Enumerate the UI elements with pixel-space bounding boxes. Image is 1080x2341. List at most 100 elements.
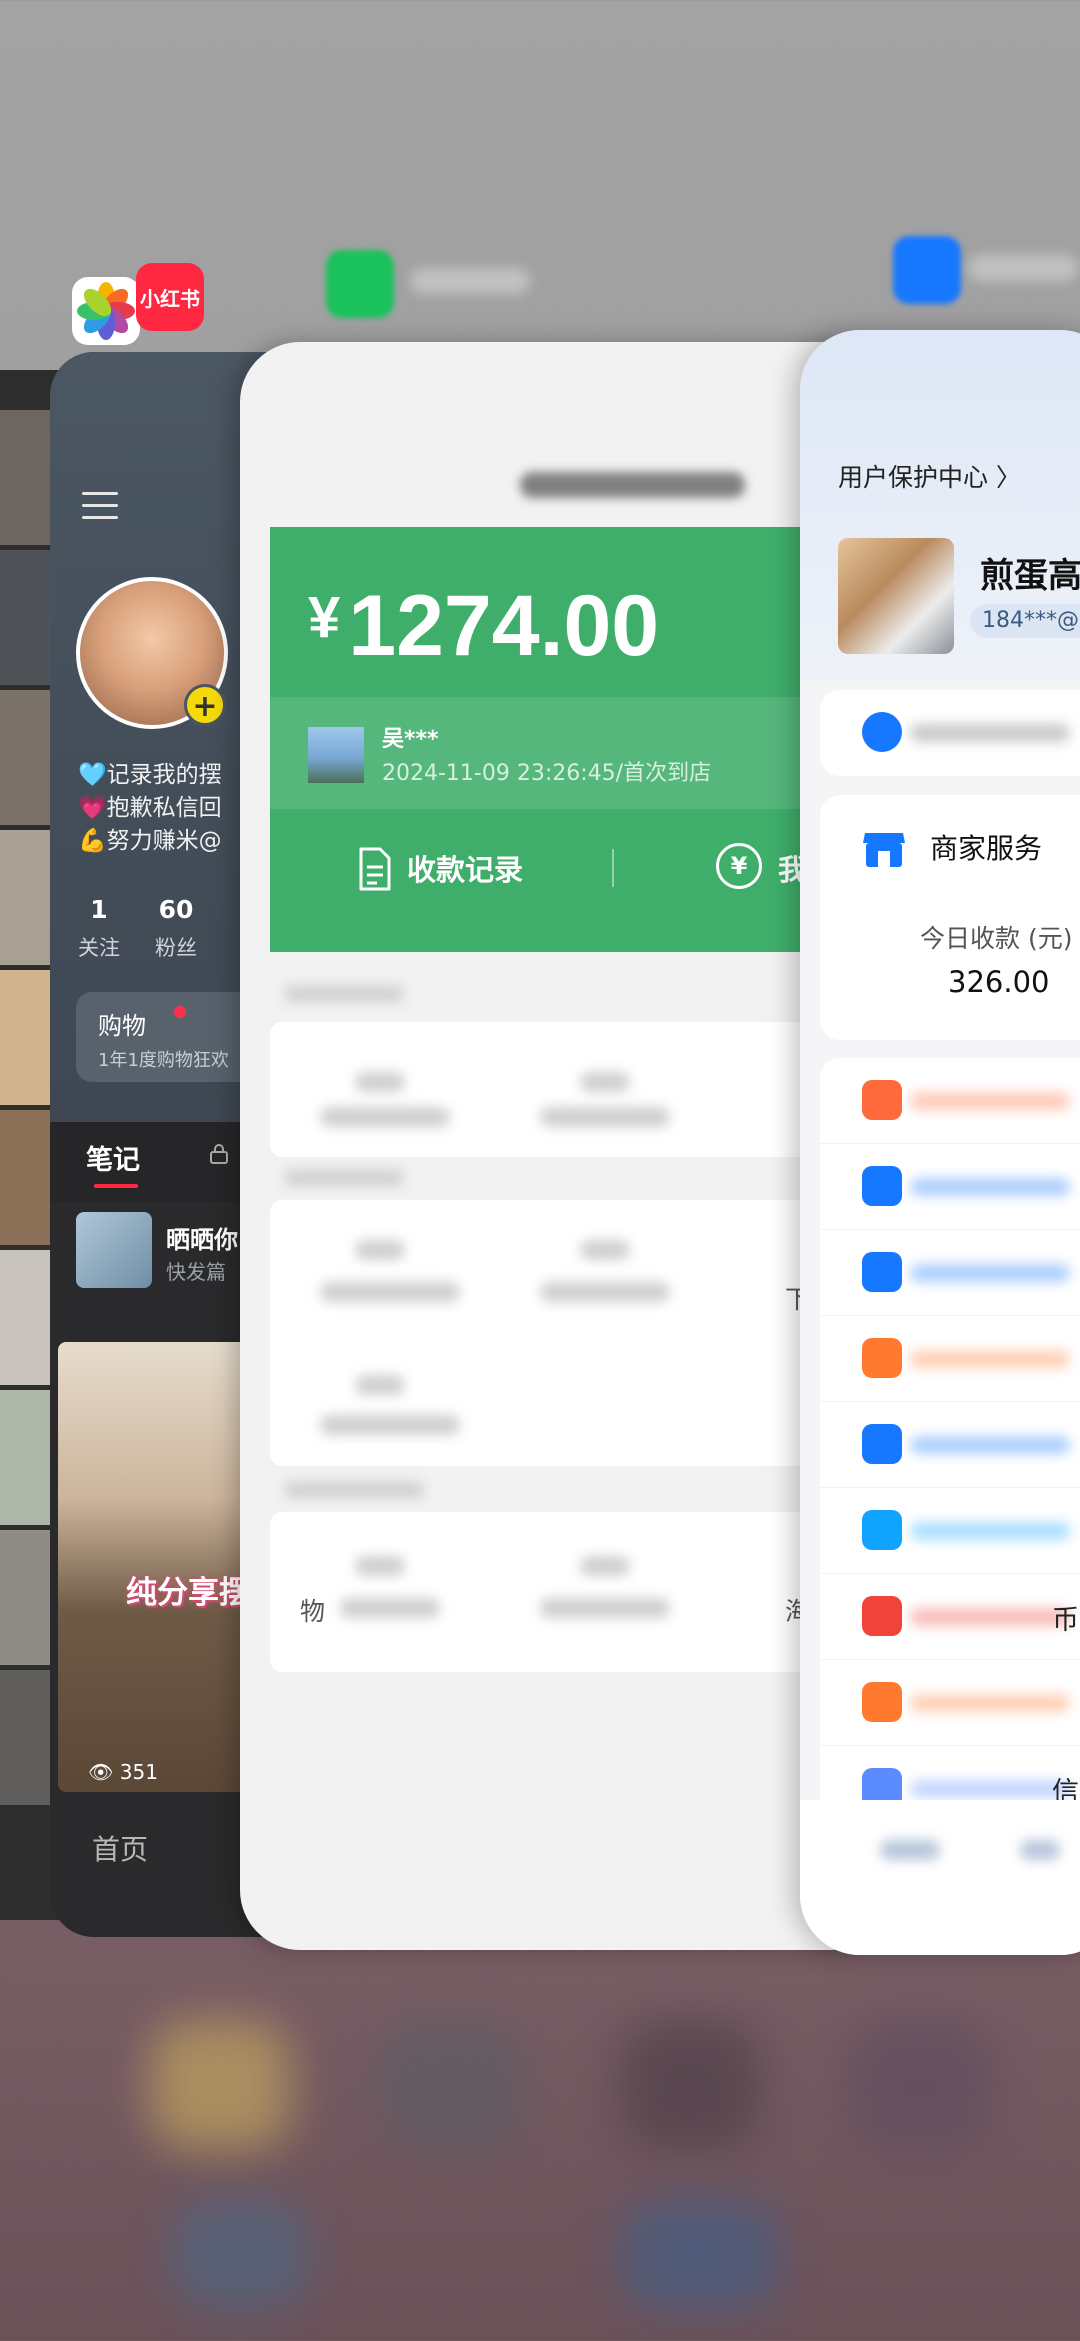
add-icon[interactable]: + <box>184 684 226 726</box>
note-cover-caption: 纯分享摆 <box>126 1575 250 1611</box>
vip-icon <box>862 712 902 752</box>
menu-item-placeholder[interactable] <box>580 1072 630 1092</box>
photos-app-icon[interactable] <box>72 277 140 345</box>
menu-item-placeholder[interactable] <box>580 1240 630 1260</box>
amount-value: 1274.00 <box>348 578 660 674</box>
wechat-pay-card[interactable]: ¥1274.00 吴*** 2024-11-09 23:26:45/首次到店 收… <box>240 342 890 1950</box>
lock-icon[interactable] <box>210 1144 228 1164</box>
menu-icon[interactable] <box>82 492 118 528</box>
service-label-placeholder <box>910 1178 1070 1196</box>
tab-indicator <box>94 1184 138 1188</box>
section-title-materials <box>284 1482 424 1498</box>
document-icon <box>359 847 391 891</box>
materials-section: 物 海 <box>270 1512 890 1672</box>
menu-item-placeholder[interactable] <box>355 1556 405 1576</box>
service-label-placeholder <box>910 1264 1070 1282</box>
wechat-app-label <box>410 268 530 294</box>
view-count-value: 351 <box>119 1760 158 1784</box>
home-screen-app <box>380 2020 520 2150</box>
service-list: 币信用 <box>820 1058 1080 1848</box>
collect-section: 下 <box>270 1200 890 1466</box>
nav-item-placeholder[interactable] <box>880 1840 940 1860</box>
pinned-note-subtitle: 快发篇 <box>166 1260 226 1284</box>
tab-notes[interactable]: 笔记 <box>86 1138 140 1177</box>
service-list-item[interactable] <box>820 1230 1080 1316</box>
following-label: 关注 <box>78 936 120 960</box>
menu-item-placeholder[interactable] <box>320 1107 450 1127</box>
today-income-label: 今日收款 (元) <box>920 924 1073 953</box>
home-screen-app <box>620 2020 760 2150</box>
service-icon <box>862 1510 902 1550</box>
service-icon <box>862 1338 902 1378</box>
membership-row[interactable] <box>820 690 1080 776</box>
latest-payment-row[interactable]: 吴*** 2024-11-09 23:26:45/首次到店 <box>270 697 890 809</box>
service-label: 币 <box>1052 1605 1079 1636</box>
menu-item-placeholder[interactable] <box>320 1282 460 1302</box>
received-amount: ¥1274.00 <box>308 577 659 676</box>
service-label-placeholder <box>910 1092 1070 1110</box>
wechat-app-icon[interactable] <box>326 250 394 318</box>
alipay-app-label <box>968 255 1078 281</box>
notification-dot <box>174 1006 186 1018</box>
store-icon <box>863 833 905 867</box>
service-label-placeholder <box>910 1522 1070 1540</box>
pinned-note-title: 晒晒你 <box>166 1226 238 1254</box>
followers-count[interactable]: 60 <box>148 895 204 924</box>
merchant-service-title: 商家服务 <box>930 832 1043 865</box>
user-name: 煎蛋高 <box>980 556 1080 596</box>
service-icon <box>862 1166 902 1206</box>
service-icon <box>862 1682 902 1722</box>
payment-meta: 2024-11-09 23:26:45/首次到店 <box>382 761 712 786</box>
service-list-item[interactable] <box>820 1058 1080 1144</box>
service-label-placeholder <box>910 1436 1070 1454</box>
followers-label: 粉丝 <box>155 936 197 960</box>
view-count: 👁 351 <box>88 1760 158 1784</box>
service-label-placeholder <box>910 1780 1070 1798</box>
shop-subtitle: 1年1度购物狂欢 <box>98 1050 229 1071</box>
account-badge: 184***@c <box>970 604 1080 638</box>
page-title <box>520 472 745 498</box>
menu-item-placeholder[interactable] <box>540 1282 670 1302</box>
bottom-nav <box>800 1800 1080 1955</box>
menu-item-placeholder[interactable] <box>320 1415 460 1435</box>
payer-name: 吴*** <box>382 727 439 752</box>
menu-item-placeholder[interactable] <box>340 1598 440 1618</box>
menu-item-placeholder[interactable] <box>540 1598 670 1618</box>
pinned-note-image <box>76 1212 152 1288</box>
following-count[interactable]: 1 <box>76 895 122 924</box>
service-label-placeholder <box>910 1694 1070 1712</box>
menu-item-label[interactable]: 物 <box>300 1592 325 1628</box>
menu-item-placeholder[interactable] <box>355 1240 405 1260</box>
menu-item-placeholder[interactable] <box>540 1107 670 1127</box>
avatar[interactable] <box>838 538 954 654</box>
xiaohongshu-app-icon[interactable]: 小红书 <box>136 263 204 331</box>
merchant-service-panel[interactable]: 商家服务 今日收款 (元) 326.00 <box>820 795 1080 1040</box>
alipay-card[interactable]: 用户保护中心 〉 煎蛋高 184***@c 商家服务 今日收款 (元) 326.… <box>800 330 1080 1955</box>
menu-item-placeholder[interactable] <box>355 1072 405 1092</box>
menu-item-placeholder[interactable] <box>580 1556 630 1576</box>
service-list-item[interactable] <box>820 1144 1080 1230</box>
today-income-value: 326.00 <box>948 965 1050 999</box>
shop-title: 购物 <box>98 1012 146 1040</box>
bio-line: 🩵记录我的摆 <box>78 762 222 788</box>
bio-line: 💪努力赚米@ <box>78 828 222 854</box>
store-section <box>270 1022 890 1157</box>
service-icon <box>862 1424 902 1464</box>
service-icon <box>862 1080 902 1120</box>
nav-home[interactable]: 首页 <box>92 1828 148 1868</box>
payment-records-button[interactable]: 收款记录 <box>407 847 523 889</box>
alipay-app-icon[interactable] <box>893 236 961 304</box>
user-protection-link[interactable]: 用户保护中心 〉 <box>838 458 1021 494</box>
home-screen-app <box>170 2200 310 2310</box>
service-list-item[interactable] <box>820 1316 1080 1402</box>
home-screen-app <box>620 2200 780 2310</box>
service-label-placeholder <box>910 1608 1070 1626</box>
currency-symbol: ¥ <box>308 585 341 650</box>
service-list-item[interactable]: 币 <box>820 1574 1080 1660</box>
menu-item-placeholder[interactable] <box>355 1375 405 1395</box>
service-list-item[interactable] <box>820 1660 1080 1746</box>
service-list-item[interactable] <box>820 1402 1080 1488</box>
nav-item-placeholder[interactable] <box>1020 1840 1060 1860</box>
row-label-placeholder <box>910 724 1070 742</box>
service-list-item[interactable] <box>820 1488 1080 1574</box>
